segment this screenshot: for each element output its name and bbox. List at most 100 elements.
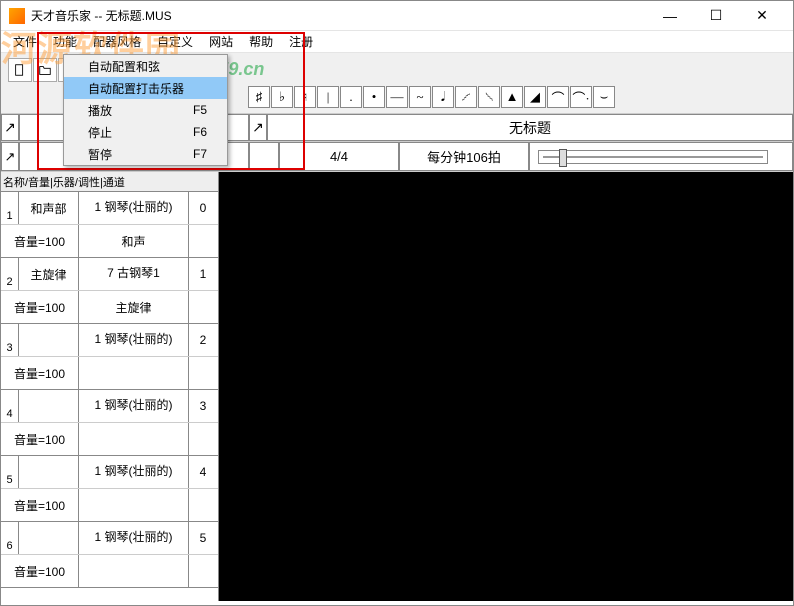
track-block: 1 和声部 1 钢琴(壮丽的) 0 音量=100 和声	[1, 192, 218, 258]
track-volume[interactable]: 音量=100	[1, 555, 79, 587]
menu-register[interactable]: 注册	[281, 31, 321, 52]
track-block: 3 1 钢琴(壮丽的) 2 音量=100	[1, 324, 218, 390]
track-number: 2	[1, 258, 19, 290]
window-title: 天才音乐家 -- 无标题.MUS	[31, 7, 647, 24]
track-mode[interactable]	[79, 489, 189, 521]
track-name[interactable]: 主旋律	[19, 258, 79, 290]
note-tool-1[interactable]: 𝅘𝅥	[432, 86, 454, 108]
rest-tool-2[interactable]: 𝆲	[478, 86, 500, 108]
rest-tool-1[interactable]: 𝆱	[455, 86, 477, 108]
track-instrument[interactable]: 1 钢琴(壮丽的)	[79, 192, 189, 224]
track-channel[interactable]: 0	[189, 192, 217, 224]
song-title[interactable]: 无标题	[267, 114, 793, 141]
accidental-natural[interactable]: ♮	[294, 86, 316, 108]
track-block: 5 1 钢琴(壮丽的) 4 音量=100	[1, 456, 218, 522]
menu-file[interactable]: 文件	[5, 31, 45, 52]
tempo-slider-cell	[529, 142, 793, 171]
track-instrument[interactable]: 1 钢琴(壮丽的)	[79, 390, 189, 422]
track-block: 4 1 钢琴(壮丽的) 3 音量=100	[1, 390, 218, 456]
track-panel: 名称/音量|乐器/调性|通道 1 和声部 1 钢琴(壮丽的) 0 音量=100 …	[1, 172, 219, 601]
track-channel[interactable]: 4	[189, 456, 217, 488]
track-channel[interactable]: 3	[189, 390, 217, 422]
track-name[interactable]: 和声部	[19, 192, 79, 224]
dd-play[interactable]: 播放F5	[64, 99, 227, 121]
function-dropdown: 自动配置和弦 自动配置打击乐器 播放F5 停止F6 暂停F7	[63, 54, 228, 166]
titlebar: 天才音乐家 -- 无标题.MUS — ☐ ✕	[1, 1, 793, 31]
close-button[interactable]: ✕	[739, 1, 785, 31]
track-name[interactable]	[19, 390, 79, 422]
maximize-button[interactable]: ☐	[693, 1, 739, 31]
tenuto-tool[interactable]: —	[386, 86, 408, 108]
track-number: 3	[1, 324, 19, 356]
title-edge-2[interactable]: ↗	[249, 114, 267, 141]
track-header: 名称/音量|乐器/调性|通道	[1, 172, 218, 192]
track-mode[interactable]: 和声	[79, 225, 189, 257]
dd-stop[interactable]: 停止F6	[64, 121, 227, 143]
menu-custom[interactable]: 自定义	[149, 31, 201, 52]
accidental-sharp[interactable]: ♯	[248, 86, 270, 108]
track-mode[interactable]	[79, 555, 189, 587]
slur-tool[interactable]: ⌒	[547, 86, 569, 108]
track-instrument[interactable]: 1 钢琴(壮丽的)	[79, 456, 189, 488]
track-mode[interactable]: 主旋律	[79, 291, 189, 323]
track-empty	[189, 423, 217, 455]
accidental-flat[interactable]: ♭	[271, 86, 293, 108]
crescendo-tool[interactable]: ▲	[501, 86, 523, 108]
tempo-slider-thumb[interactable]	[559, 149, 567, 167]
track-instrument[interactable]: 1 钢琴(壮丽的)	[79, 324, 189, 356]
tempo-edge-1[interactable]: ↗	[1, 142, 19, 171]
track-block: 2 主旋律 7 古钢琴1 1 音量=100 主旋律	[1, 258, 218, 324]
dot-tool[interactable]: .	[340, 86, 362, 108]
inverted-slur-tool[interactable]: ⌣	[593, 86, 615, 108]
workspace[interactable]	[219, 172, 793, 601]
staccato-tool[interactable]: •	[363, 86, 385, 108]
tempo-blank-2	[249, 142, 279, 171]
time-signature[interactable]: 4/4	[279, 142, 399, 171]
track-channel[interactable]: 2	[189, 324, 217, 356]
menu-style[interactable]: 配器风格	[85, 31, 149, 52]
track-name[interactable]	[19, 456, 79, 488]
track-empty	[189, 357, 217, 389]
track-number: 1	[1, 192, 19, 224]
title-edge-1[interactable]: ↗	[1, 114, 19, 141]
track-mode[interactable]	[79, 423, 189, 455]
track-mode[interactable]	[79, 357, 189, 389]
track-volume[interactable]: 音量=100	[1, 225, 79, 257]
track-empty	[189, 225, 217, 257]
track-empty	[189, 291, 217, 323]
tie-dotted-tool[interactable]: ⌒·	[570, 86, 592, 108]
track-volume[interactable]: 音量=100	[1, 291, 79, 323]
dd-auto-percussion[interactable]: 自动配置打击乐器	[64, 77, 227, 99]
track-block: 6 1 钢琴(壮丽的) 5 音量=100	[1, 522, 218, 588]
dd-pause[interactable]: 暂停F7	[64, 143, 227, 165]
track-volume[interactable]: 音量=100	[1, 489, 79, 521]
tool-open[interactable]	[33, 58, 57, 82]
app-icon	[9, 8, 25, 24]
tempo-display[interactable]: 每分钟106拍	[399, 142, 529, 171]
tempo-slider[interactable]	[538, 150, 768, 164]
menu-help[interactable]: 帮助	[241, 31, 281, 52]
track-number: 6	[1, 522, 19, 554]
track-instrument[interactable]: 1 钢琴(壮丽的)	[79, 522, 189, 554]
content-area: 名称/音量|乐器/调性|通道 1 和声部 1 钢琴(壮丽的) 0 音量=100 …	[1, 172, 793, 601]
menu-website[interactable]: 网站	[201, 31, 241, 52]
minimize-button[interactable]: —	[647, 1, 693, 31]
track-channel[interactable]: 1	[189, 258, 217, 290]
menu-function[interactable]: 功能	[45, 31, 85, 52]
track-empty	[189, 489, 217, 521]
dd-auto-chord[interactable]: 自动配置和弦	[64, 55, 227, 77]
track-number: 4	[1, 390, 19, 422]
track-name[interactable]	[19, 522, 79, 554]
ornament-tool[interactable]: ~	[409, 86, 431, 108]
track-channel[interactable]: 5	[189, 522, 217, 554]
tool-new[interactable]	[8, 58, 32, 82]
barline-tool[interactable]: |	[317, 86, 339, 108]
track-number: 5	[1, 456, 19, 488]
track-volume[interactable]: 音量=100	[1, 357, 79, 389]
menubar: 文件 功能 配器风格 自定义 网站 帮助 注册	[1, 31, 793, 53]
track-volume[interactable]: 音量=100	[1, 423, 79, 455]
track-instrument[interactable]: 7 古钢琴1	[79, 258, 189, 290]
track-empty	[189, 555, 217, 587]
track-name[interactable]	[19, 324, 79, 356]
decrescendo-tool[interactable]: ◢	[524, 86, 546, 108]
